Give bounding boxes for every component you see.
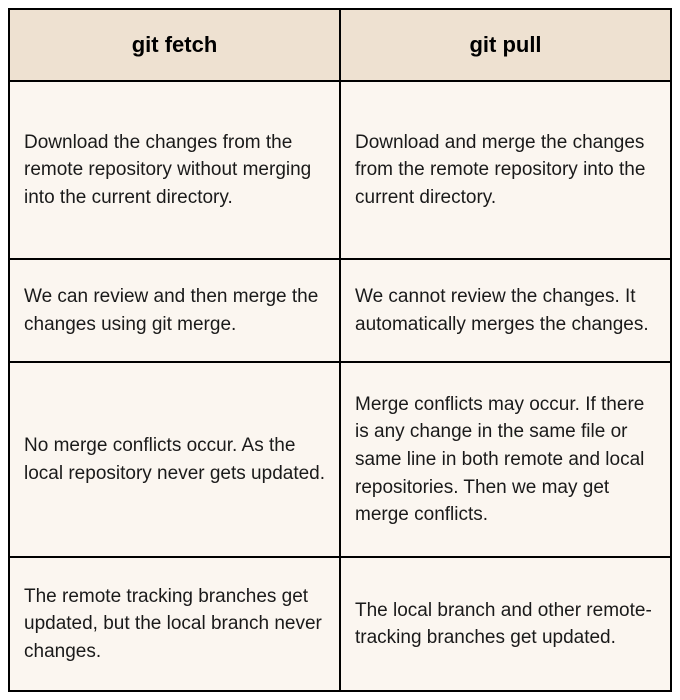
- cell-pull: Download and merge the changes from the …: [340, 81, 671, 259]
- cell-fetch: No merge conflicts occur. As the local r…: [9, 362, 340, 557]
- cell-pull: We cannot review the changes. It automat…: [340, 259, 671, 362]
- cell-pull: Merge conflicts may occur. If there is a…: [340, 362, 671, 557]
- comparison-table: git fetch git pull Download the changes …: [8, 8, 672, 692]
- cell-pull: The local branch and other remote-tracki…: [340, 557, 671, 691]
- table-header-row: git fetch git pull: [9, 9, 671, 81]
- cell-fetch: We can review and then merge the changes…: [9, 259, 340, 362]
- header-git-pull: git pull: [340, 9, 671, 81]
- cell-fetch: Download the changes from the remote rep…: [9, 81, 340, 259]
- table-row: We can review and then merge the changes…: [9, 259, 671, 362]
- cell-fetch: The remote tracking branches get updated…: [9, 557, 340, 691]
- header-git-fetch: git fetch: [9, 9, 340, 81]
- table-row: The remote tracking branches get updated…: [9, 557, 671, 691]
- table-row: No merge conflicts occur. As the local r…: [9, 362, 671, 557]
- table-row: Download the changes from the remote rep…: [9, 81, 671, 259]
